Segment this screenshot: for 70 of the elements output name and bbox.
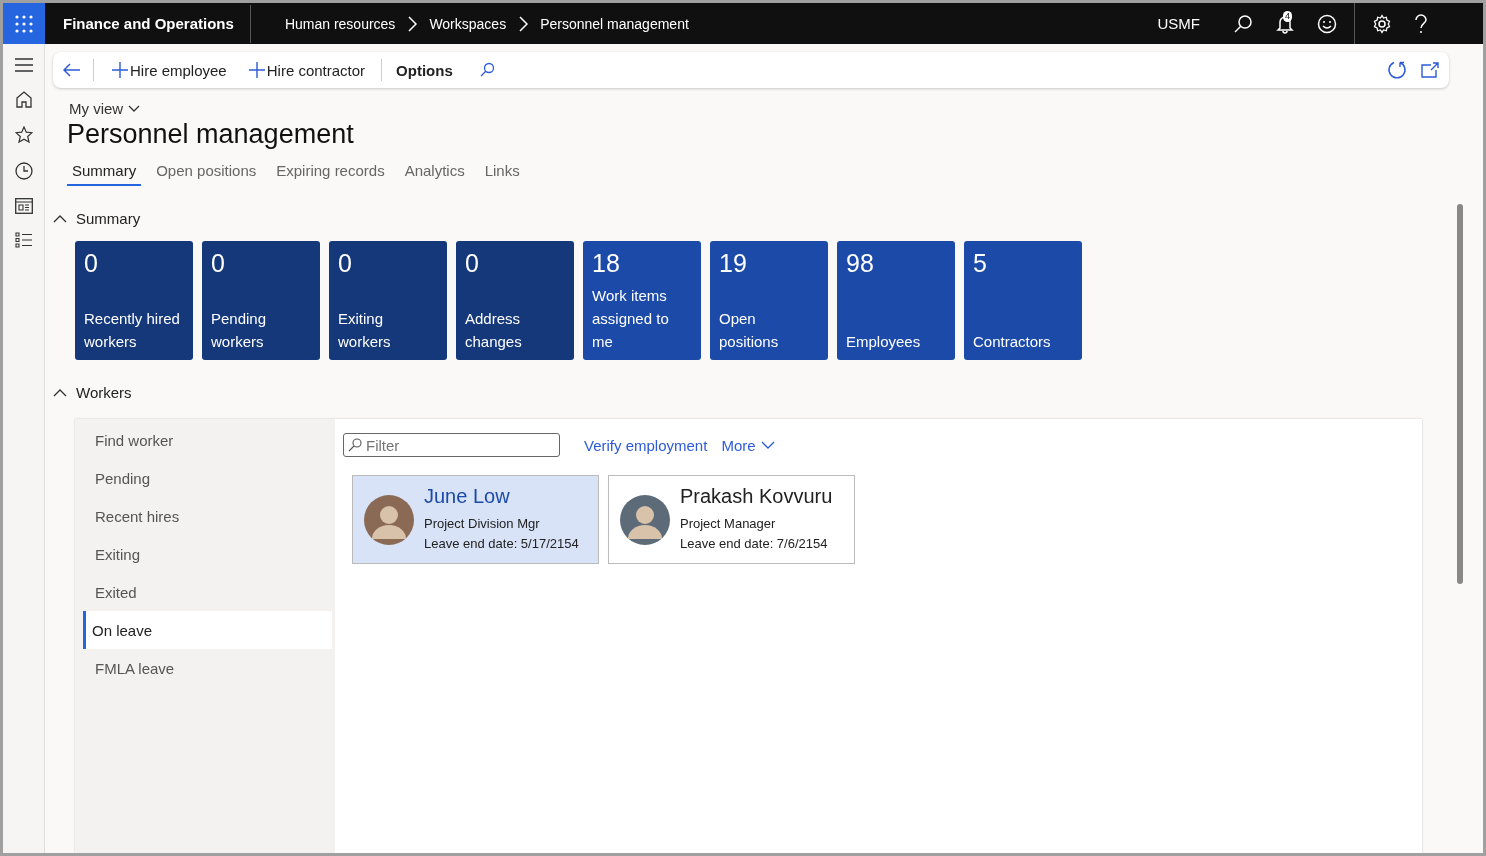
help-icon[interactable]: [1414, 13, 1428, 34]
filter-item[interactable]: FMLA leave: [78, 649, 332, 687]
worker-title: Project Manager: [680, 515, 777, 533]
open-in-new-window-icon[interactable]: [1421, 62, 1439, 78]
tab[interactable]: Links: [479, 158, 525, 186]
leave-end-date: Leave end date: 5/17/2154: [424, 535, 579, 553]
verify-employment-link[interactable]: Verify employment: [584, 436, 708, 454]
count-tile[interactable]: 18 Work items assigned to me: [583, 241, 701, 360]
filter-item[interactable]: Find worker: [78, 421, 332, 459]
notification-badge: 4: [1283, 10, 1292, 22]
chevron-down-icon: [760, 441, 775, 449]
app-launcher-icon[interactable]: [3, 3, 45, 44]
breadcrumb-link[interactable]: Workspaces: [429, 15, 507, 32]
count-tile[interactable]: 0 Pending workers: [202, 241, 320, 360]
smiley-icon[interactable]: [1317, 13, 1337, 34]
home-icon[interactable]: [14, 90, 33, 108]
worker-card[interactable]: Prakash Kovvuru Project Manager Leave end date: 7/6/2154: [608, 475, 855, 564]
count-tile[interactable]: 5 Contractors: [964, 241, 1082, 360]
clock-icon[interactable]: [14, 162, 33, 180]
add-button[interactable]: Hire contractor: [238, 61, 374, 79]
worker-name: June Low: [424, 485, 511, 508]
star-icon[interactable]: [14, 126, 33, 144]
tab[interactable]: Analytics: [399, 158, 470, 186]
page-title: Personnel management: [67, 119, 354, 150]
count-tile[interactable]: 0 Exiting workers: [329, 241, 447, 360]
menu-icon[interactable]: [14, 58, 33, 72]
options-button[interactable]: Options: [390, 61, 461, 79]
filter-item[interactable]: Recent hires: [78, 497, 332, 535]
filter-item[interactable]: Exiting: [78, 535, 332, 573]
plus-icon: [112, 62, 128, 78]
breadcrumb-link[interactable]: Human resources: [284, 15, 396, 32]
scrollbar[interactable]: [1457, 204, 1463, 584]
filter-item[interactable]: Exited: [78, 573, 332, 611]
search-icon[interactable]: [1233, 13, 1253, 34]
chevron-down-icon: [128, 104, 141, 113]
count-tile[interactable]: 0 Recently hired workers: [75, 241, 193, 360]
section-title[interactable]: Summary: [76, 210, 141, 227]
worker-card[interactable]: June Low Project Division Mgr Leave end date: 5/17/2154: [352, 475, 599, 564]
view-selector[interactable]: My view: [67, 100, 141, 117]
collapse-caret-icon[interactable]: [53, 388, 67, 397]
leave-end-date: Leave end date: 7/6/2154: [680, 535, 829, 553]
app-name[interactable]: Finance and Operations: [45, 15, 250, 32]
count-tile[interactable]: 0 Address changes: [456, 241, 574, 360]
filter-field[interactable]: Filter: [343, 433, 560, 457]
count-tile[interactable]: 98 Employees: [837, 241, 955, 360]
back-arrow-icon[interactable]: [63, 63, 81, 77]
worker-name: Prakash Kovvuru: [680, 485, 833, 508]
worker-title: Project Division Mgr: [424, 515, 541, 533]
breadcrumb-link[interactable]: Personnel management: [540, 15, 689, 32]
tab[interactable]: Summary: [67, 158, 142, 186]
workspace-icon[interactable]: [14, 198, 33, 214]
filter-item[interactable]: On leave: [83, 611, 332, 649]
add-button[interactable]: Hire employee: [102, 61, 235, 79]
avatar-icon: [364, 494, 414, 545]
filter-item[interactable]: Pending: [78, 459, 332, 497]
chevron-right-icon: [518, 15, 529, 32]
chevron-right-icon: [407, 15, 418, 32]
collapse-caret-icon[interactable]: [53, 214, 67, 223]
settings-icon[interactable]: [1372, 13, 1392, 34]
tab[interactable]: Expiring records: [271, 158, 390, 186]
tab[interactable]: Open positions: [151, 158, 262, 186]
plus-icon: [248, 62, 265, 78]
search-icon: [348, 438, 362, 452]
list-icon[interactable]: [14, 232, 33, 248]
count-tile[interactable]: 19 Open positions: [710, 241, 828, 360]
company-picker[interactable]: USMF: [1157, 15, 1200, 32]
avatar-icon: [620, 494, 670, 545]
section-title[interactable]: Workers: [76, 384, 132, 401]
refresh-icon[interactable]: [1387, 60, 1407, 80]
more-menu-button[interactable]: More: [721, 436, 775, 454]
